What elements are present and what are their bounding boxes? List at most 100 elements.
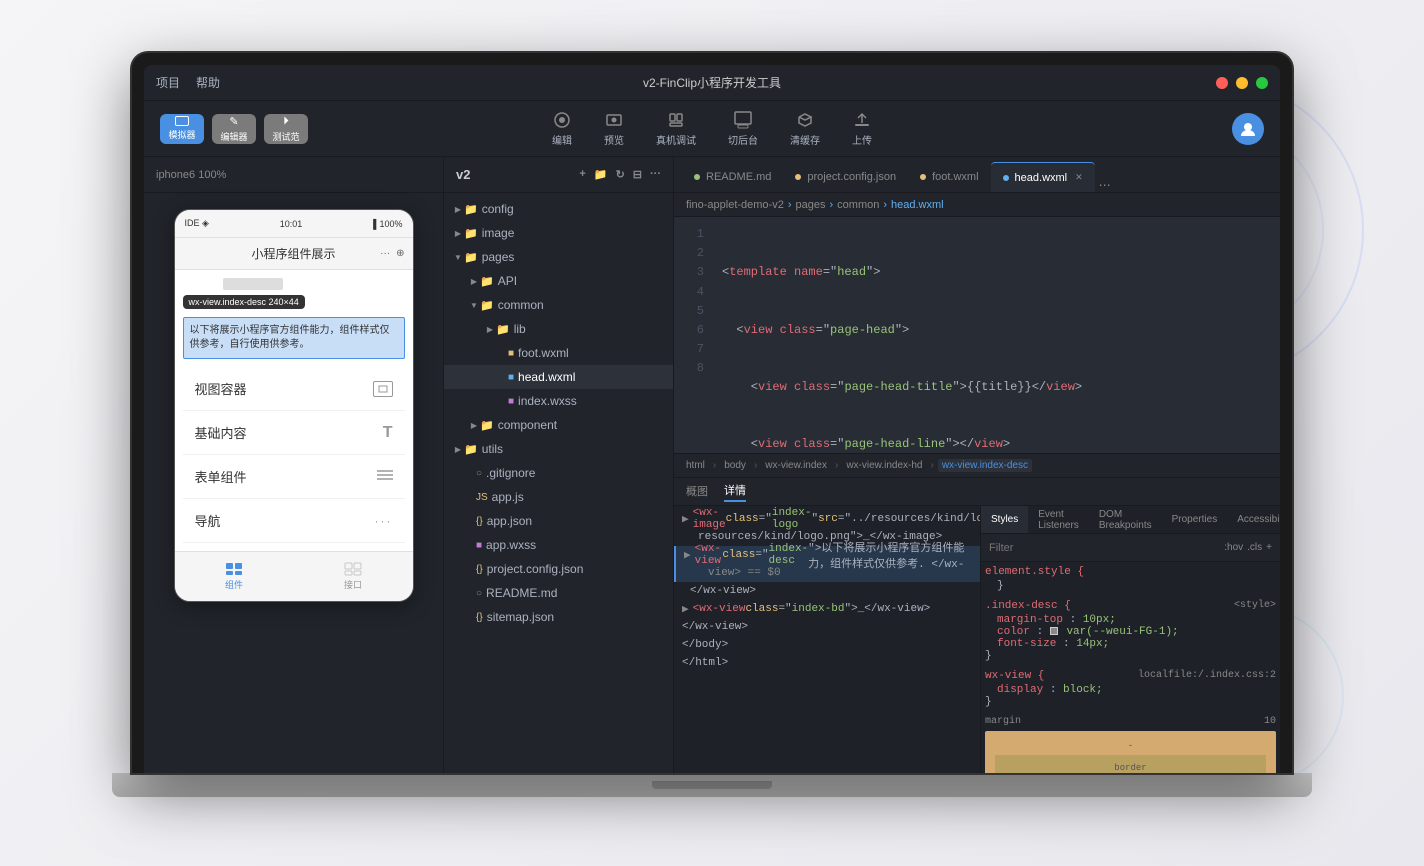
tab-foot-wxml[interactable]: foot.wxml [908,162,990,192]
action-edit[interactable]: 编辑 [552,110,572,147]
element-breadcrumb: html › body › wx-view.index › wx-view.in… [674,454,1280,478]
elem-html[interactable]: html [682,459,709,472]
laptop-notch [652,781,772,789]
tree-item-app-wxss[interactable]: ■ app.wxss [444,533,673,557]
head-dot [1003,175,1009,181]
minimize-button[interactable] [1236,77,1248,89]
tree-item-head-wxml[interactable]: ■ head.wxml [444,365,673,389]
cls-tag[interactable]: .cls [1247,542,1262,553]
html-source[interactable]: ▶ <wx-image class =" index-logo " src ="… [674,506,980,773]
menu-item-basic[interactable]: 基础内容 T [183,411,405,455]
tree-item-gitignore[interactable]: ○ .gitignore [444,461,673,485]
menu-icon-view [373,381,393,397]
collapse-icon[interactable]: ⊟ [633,168,642,181]
code-content[interactable]: <template name="head"> <view class="page… [710,217,1280,453]
tree-item-utils[interactable]: ▶ 📁 utils [444,437,673,461]
tab-dom-breakpoints[interactable]: DOM Breakpoints [1089,506,1162,533]
user-avatar[interactable] [1232,113,1264,145]
clear-icon [795,110,815,130]
tab-event-listeners[interactable]: Event Listeners [1028,506,1089,533]
tree-item-project-config[interactable]: {} project.config.json [444,557,673,581]
ide-window: 项目 帮助 v2-FinClip小程序开发工具 模 [144,65,1280,773]
menu-item-help[interactable]: 帮助 [196,74,220,91]
html-line-image: ▶ <wx-image class =" index-logo " src ="… [674,510,980,528]
tree-item-sitemap[interactable]: {} sitemap.json [444,605,673,629]
toolbar: 模拟器 ✎ 编辑器 ⏵ 测试范 [144,101,1280,157]
filter-input[interactable] [989,542,1224,554]
file-icon-wxml-active: ■ [508,372,514,383]
maximize-button[interactable] [1256,77,1268,89]
toolbar-left: 模拟器 ✎ 编辑器 ⏵ 测试范 [160,114,308,144]
style-source-wxview[interactable]: localfile:/.index.css:2 [1138,670,1276,681]
tree-item-readme[interactable]: ○ README.md [444,581,673,605]
bottom-area: html › body › wx-view.index › wx-view.in… [674,453,1280,773]
folder-icon: 📁 [464,251,478,264]
style-source-desc[interactable]: <style> [1234,600,1276,611]
elem-wx-view-hd[interactable]: wx-view.index-hd [842,459,926,472]
file-tree-panel: v2 + 📁 ↻ ⊟ ··· ▶ [444,157,674,773]
action-edit-label: 编辑 [552,132,572,147]
tree-item-app-js[interactable]: JS app.js [444,485,673,509]
laptop-screen: 项目 帮助 v2-FinClip小程序开发工具 模 [132,53,1292,773]
new-file-icon[interactable]: + [579,168,585,181]
action-preview[interactable]: 预览 [604,110,624,147]
file-icon-json: {} [476,516,483,527]
expand-arrow-bd[interactable]: ▶ [682,602,689,616]
menu-bar: 项目 帮助 [156,74,220,91]
menu-item-view[interactable]: 视图容器 [183,367,405,411]
action-clear[interactable]: 清缓存 [790,110,820,147]
tab-more-button[interactable]: ⋯ [1099,178,1111,192]
code-editor[interactable]: 1 2 3 4 5 6 7 8 <template name="head"> [674,217,1280,453]
menu-item-form[interactable]: 表单组件 [183,455,405,499]
tree-item-config[interactable]: ▶ 📁 config [444,197,673,221]
expand-arrow-desc[interactable]: ▶ [684,548,691,562]
tab-project-config[interactable]: project.config.json [783,162,908,192]
tree-item-image[interactable]: ▶ 📁 image [444,221,673,245]
styles-tabs: Styles Event Listeners DOM Breakpoints P… [981,506,1280,534]
tree-item-app-json[interactable]: {} app.json [444,509,673,533]
plus-tag[interactable]: + [1266,542,1272,553]
action-upload[interactable]: 上传 [852,110,872,147]
editor-button[interactable]: ✎ 编辑器 [212,114,256,144]
style-rule-close: } [985,580,1276,592]
bottom-tab-outline[interactable]: 概图 [686,483,708,501]
elem-wx-view-desc[interactable]: wx-view.index-desc [938,459,1032,472]
action-clear-label: 清缓存 [790,132,820,147]
test-button[interactable]: ⏵ 测试范 [264,114,308,144]
nav-interface[interactable]: 接口 [294,552,413,601]
tree-item-index-wxss[interactable]: ■ index.wxss [444,389,673,413]
tab-close-icon[interactable]: ✕ [1075,172,1083,183]
folder-icon: 📁 [464,227,478,240]
elem-body[interactable]: body [720,459,750,472]
tree-item-component[interactable]: ▶ 📁 component [444,413,673,437]
tree-item-lib[interactable]: ▶ 📁 lib [444,317,673,341]
tab-accessibility[interactable]: Accessibility [1227,506,1280,533]
action-bg[interactable]: 切后台 [728,110,758,147]
menu-item-project[interactable]: 项目 [156,74,180,91]
simulate-button[interactable]: 模拟器 [160,114,204,144]
tree-item-pages[interactable]: ▼ 📁 pages [444,245,673,269]
tree-item-foot-wxml[interactable]: ■ foot.wxml [444,341,673,365]
refresh-icon[interactable]: ↻ [616,168,625,181]
tree-item-api[interactable]: ▶ 📁 API [444,269,673,293]
tab-head-wxml[interactable]: head.wxml ✕ [991,162,1095,192]
tab-styles[interactable]: Styles [981,506,1028,533]
dots-icon[interactable]: ··· [650,168,661,181]
action-debug[interactable]: 真机调试 [656,110,696,147]
elem-wx-view-index[interactable]: wx-view.index [761,459,831,472]
code-line-4: <view class="page-head-line"></view> [722,436,1268,454]
tree-item-common[interactable]: ▼ 📁 common [444,293,673,317]
tab-readme[interactable]: README.md [682,162,783,192]
close-button[interactable] [1216,77,1228,89]
laptop: 项目 帮助 v2-FinClip小程序开发工具 模 [112,53,1312,813]
html-line-desc[interactable]: ▶ <wx-view class =" index-desc ">以下将展示小程… [674,546,980,564]
nav-component[interactable]: 组件 [175,552,294,601]
hover-tag[interactable]: :hov [1224,542,1243,553]
menu-item-nav[interactable]: 导航 ··· [183,499,405,543]
expand-arrow[interactable]: ▶ [682,512,689,526]
title-bar: 项目 帮助 v2-FinClip小程序开发工具 [144,65,1280,101]
tab-properties[interactable]: Properties [1162,506,1228,533]
new-folder-icon[interactable]: 📁 [594,168,608,181]
window-controls [1216,77,1268,89]
bottom-tab-details[interactable]: 详情 [724,482,746,502]
